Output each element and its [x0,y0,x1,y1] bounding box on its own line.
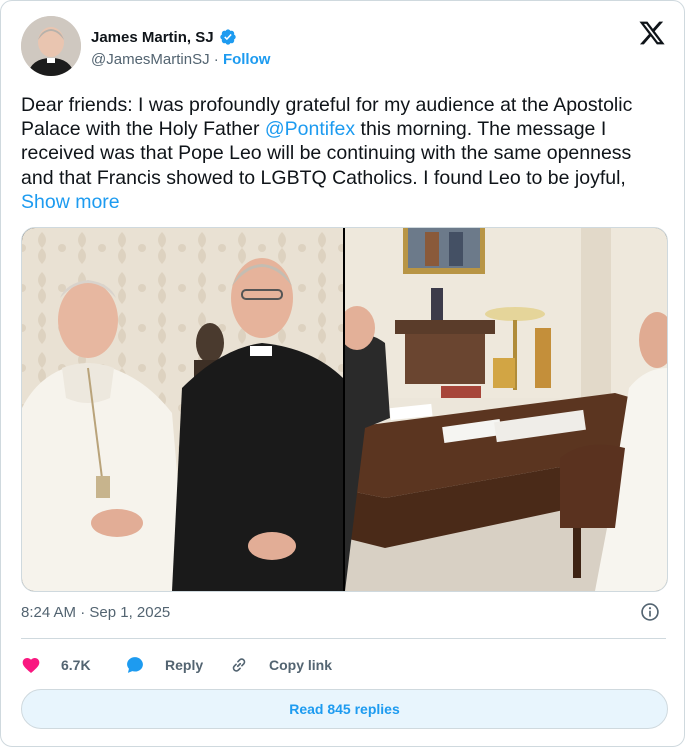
copy-link-button[interactable]: Copy link [229,655,332,675]
photo-right[interactable] [345,228,667,591]
tweet-text: Dear friends: I was profoundly grateful … [21,93,666,214]
copy-link-label: Copy link [269,657,333,673]
x-logo-icon[interactable] [638,19,666,47]
show-more-link[interactable]: Show more [21,191,120,213]
mention-link[interactable]: @Pontifex [265,118,355,140]
action-bar: 6.7K Reply Copy link [21,651,666,679]
heart-icon [22,658,40,674]
author-name-row: James Martin, SJ [91,28,237,46]
tweet-timestamp[interactable]: 8:24 AM · Sep 1, 2025 [21,604,170,621]
handle-separator: · [209,51,223,68]
reply-button[interactable]: Reply [125,655,229,675]
verified-badge-icon [219,28,237,46]
divider [21,638,666,639]
info-icon[interactable] [640,602,660,622]
like-button[interactable]: 6.7K [21,655,125,675]
reply-label: Reply [165,657,204,673]
author-display-name[interactable]: James Martin, SJ [91,29,214,46]
like-count: 6.7K [61,657,91,673]
reply-bubble-icon [127,657,143,673]
tweet-card: James Martin, SJ @JamesMartinSJ · Follow… [0,0,685,747]
author-handle[interactable]: @JamesMartinSJ [91,51,210,68]
link-icon [232,658,246,672]
media-grid [21,227,668,592]
author-handle-row: @JamesMartinSJ · Follow [91,51,270,68]
photo-left[interactable] [22,228,343,591]
follow-button[interactable]: Follow [223,51,271,68]
tweet-header: James Martin, SJ @JamesMartinSJ · Follow [21,16,666,78]
author-avatar[interactable] [21,16,81,76]
read-replies-button[interactable]: Read 845 replies [21,689,668,729]
